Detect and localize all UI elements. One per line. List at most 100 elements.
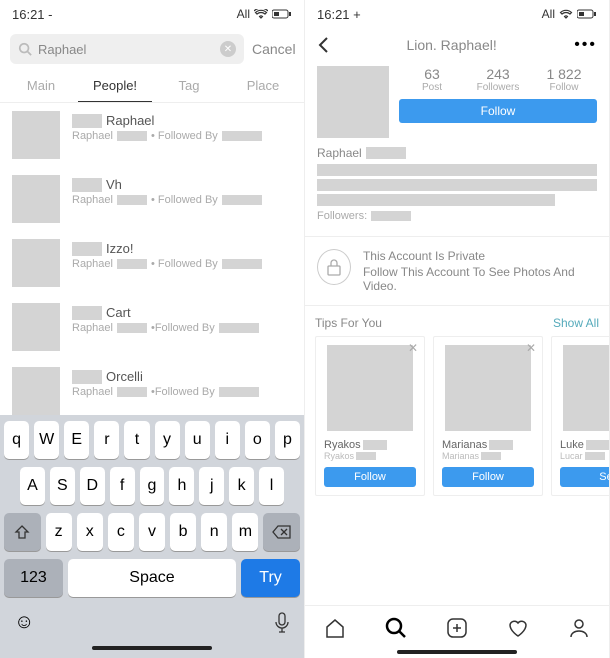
status-bar: 16:21 - All [0, 0, 304, 28]
avatar [12, 367, 60, 415]
key-E[interactable]: E [64, 421, 89, 459]
nav-add-icon[interactable] [445, 616, 469, 640]
profile-screen: 16:21 + All Lion. Raphael! ••• 63Post 24… [305, 0, 610, 658]
profile-title: Lion. Raphael! [329, 37, 574, 53]
nav-home-icon[interactable] [323, 616, 347, 640]
wifi-icon [559, 9, 573, 19]
stat-followers[interactable]: 243Followers [465, 66, 531, 93]
key-A[interactable]: A [20, 467, 45, 505]
result-name: Izzo! [106, 241, 133, 256]
nav-heart-icon[interactable] [506, 616, 530, 640]
key-l[interactable]: l [259, 467, 284, 505]
profile-bio: Raphael Followers: [305, 146, 609, 230]
key-g[interactable]: g [140, 467, 165, 505]
key-v[interactable]: v [139, 513, 165, 551]
result-row[interactable]: Izzo! Raphael• Followed By [0, 231, 304, 295]
key-f[interactable]: f [110, 467, 135, 505]
close-icon[interactable]: ✕ [408, 341, 418, 355]
emoji-icon[interactable]: ☺ [14, 611, 34, 634]
key-space[interactable]: Space [68, 559, 236, 597]
search-screen: 16:21 - All ✕ Cancel Main People! Tag Pl… [0, 0, 305, 658]
keyboard: qWErtyuiop ASDfghjkl zxcvbnm 123 Space T… [0, 415, 304, 658]
suggestion-card: ✕ Ryakos Ryakos Follow [315, 336, 425, 496]
wifi-icon [254, 9, 268, 19]
private-subtitle: Follow This Account To See Photos And Vi… [363, 265, 575, 293]
cancel-button[interactable]: Cancel [252, 41, 296, 57]
profile-header: Lion. Raphael! ••• [305, 28, 609, 62]
back-button[interactable] [317, 36, 329, 54]
key-r[interactable]: r [94, 421, 119, 459]
lock-icon [317, 249, 351, 285]
key-123[interactable]: 123 [4, 559, 63, 597]
key-n[interactable]: n [201, 513, 227, 551]
nav-search-icon[interactable] [384, 616, 408, 640]
stat-following[interactable]: 1 822Follow [531, 66, 597, 93]
search-box[interactable]: ✕ [10, 34, 244, 64]
card-follow-button[interactable]: Follow [324, 467, 416, 487]
card-avatar[interactable] [445, 345, 531, 431]
key-W[interactable]: W [34, 421, 59, 459]
status-icons: All [237, 7, 292, 21]
result-row[interactable]: Cart Raphael•Followed By [0, 295, 304, 359]
key-D[interactable]: D [80, 467, 105, 505]
result-name: Vh [106, 177, 122, 192]
followers-label: Followers: [317, 210, 367, 222]
result-name: Cart [106, 305, 131, 320]
key-m[interactable]: m [232, 513, 258, 551]
key-backspace[interactable] [263, 513, 300, 551]
clear-icon[interactable]: ✕ [220, 41, 236, 57]
card-name: Marianas [442, 439, 487, 451]
key-y[interactable]: y [155, 421, 180, 459]
key-i[interactable]: i [215, 421, 240, 459]
tips-header: Tips For You Show All [305, 306, 609, 336]
battery-icon [577, 9, 597, 19]
search-input[interactable] [38, 42, 214, 57]
close-icon[interactable]: ✕ [526, 341, 536, 355]
card-avatar[interactable] [563, 345, 609, 431]
private-notice: This Account Is Private Follow This Acco… [305, 236, 609, 306]
result-row[interactable]: Orcelli Raphael•Followed By [0, 359, 304, 415]
status-bar: 16:21 + All [305, 0, 609, 28]
key-k[interactable]: k [229, 467, 254, 505]
home-indicator[interactable] [92, 646, 212, 650]
show-all-button[interactable]: Show All [553, 316, 599, 330]
tab-main[interactable]: Main [4, 70, 78, 102]
search-bar: ✕ Cancel [0, 28, 304, 70]
card-follow-button[interactable]: Se [560, 467, 609, 487]
nav-profile-icon[interactable] [567, 616, 591, 640]
key-t[interactable]: t [124, 421, 149, 459]
tab-tag[interactable]: Tag [152, 70, 226, 102]
key-p[interactable]: p [275, 421, 300, 459]
key-z[interactable]: z [46, 513, 72, 551]
key-h[interactable]: h [169, 467, 194, 505]
key-shift[interactable] [4, 513, 41, 551]
key-c[interactable]: c [108, 513, 134, 551]
time: 16:21 - [12, 7, 52, 22]
card-name: Ryakos [324, 439, 361, 451]
card-follow-button[interactable]: Follow [442, 467, 534, 487]
stat-posts[interactable]: 63Post [399, 66, 465, 93]
result-row[interactable]: Raphael Raphael• Followed By [0, 103, 304, 167]
key-u[interactable]: u [185, 421, 210, 459]
key-go[interactable]: Try [241, 559, 300, 597]
tab-place[interactable]: Place [226, 70, 300, 102]
more-icon[interactable]: ••• [574, 36, 597, 54]
home-indicator[interactable] [397, 650, 517, 654]
result-name: Orcelli [106, 369, 143, 384]
key-j[interactable]: j [199, 467, 224, 505]
key-b[interactable]: b [170, 513, 196, 551]
tab-people[interactable]: People! [78, 70, 152, 102]
result-row[interactable]: Vh Raphael• Followed By [0, 167, 304, 231]
search-results: Raphael Raphael• Followed By Vh Raphael•… [0, 103, 304, 415]
card-avatar[interactable] [327, 345, 413, 431]
key-o[interactable]: o [245, 421, 270, 459]
avatar [12, 175, 60, 223]
suggestion-cards: ✕ Ryakos Ryakos Follow✕ Marianas Mariana… [305, 336, 609, 506]
mic-icon[interactable] [274, 612, 290, 634]
search-tabs: Main People! Tag Place [0, 70, 304, 103]
key-q[interactable]: q [4, 421, 29, 459]
follow-button[interactable]: Follow [399, 99, 597, 123]
key-x[interactable]: x [77, 513, 103, 551]
profile-avatar[interactable] [317, 66, 389, 138]
key-S[interactable]: S [50, 467, 75, 505]
